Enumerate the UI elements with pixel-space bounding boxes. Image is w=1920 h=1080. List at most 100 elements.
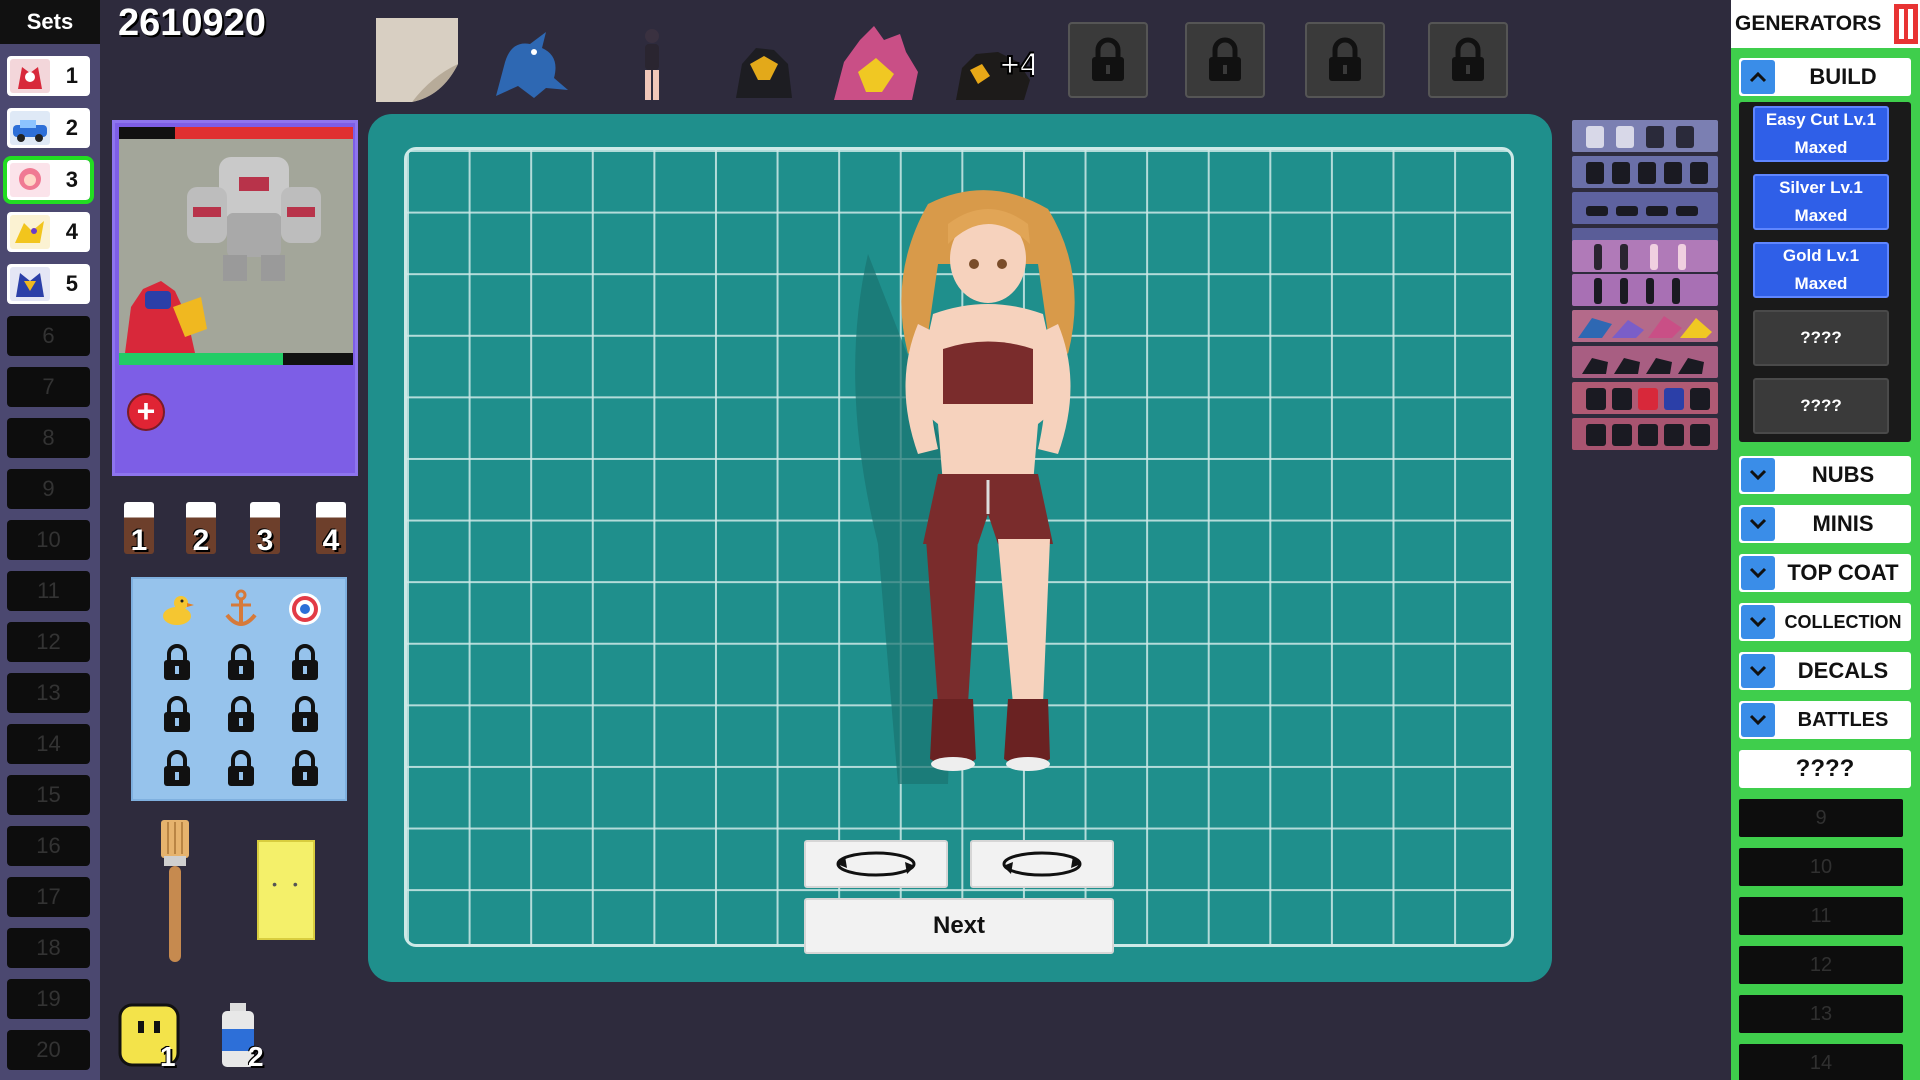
set-slot-label: 4 <box>65 219 78 244</box>
lock-icon <box>1209 37 1241 81</box>
paint-can-2[interactable]: 2 <box>182 498 220 557</box>
upgrade-gold[interactable]: Gold Lv.1 Maxed <box>1753 242 1889 298</box>
lock-icon <box>164 750 190 786</box>
blue-gold-mech-thumbnail <box>10 267 50 301</box>
girl-figure-item[interactable] <box>632 26 672 104</box>
upgrade-locked: ???? <box>1753 310 1889 366</box>
set-slot-9[interactable]: 9 <box>7 469 90 509</box>
set-slot-12[interactable]: 12 <box>7 622 90 662</box>
sets-panel: Sets 1 2 3 4 5 6 7 8 9 10 11 12 13 14 15 <box>0 0 100 1080</box>
collection-row-5[interactable] <box>1572 240 1718 272</box>
blue-dragon-figure-item[interactable] <box>490 26 572 102</box>
locked-item-slot[interactable] <box>1185 22 1265 98</box>
brush-icon[interactable] <box>155 820 195 962</box>
paint-canvas: Next <box>368 114 1552 982</box>
collection-row-3[interactable] <box>1572 192 1718 224</box>
set-slot-14[interactable]: 14 <box>7 724 90 764</box>
paint-can-label: 3 <box>256 524 274 557</box>
mech-silhouettes <box>1586 424 1710 446</box>
collection-row-10[interactable] <box>1572 418 1718 450</box>
inventory-spray-can[interactable]: 2 <box>218 1003 264 1074</box>
locked-item-slot[interactable] <box>1305 22 1385 98</box>
figure-model[interactable] <box>838 184 1138 784</box>
upgrade-easy-cut[interactable]: Easy Cut Lv.1 Maxed <box>1753 106 1889 162</box>
chevron-down-icon <box>1741 703 1775 737</box>
battles-category-header[interactable]: BATTLES <box>1739 701 1911 739</box>
figure-silhouettes <box>1586 206 1698 216</box>
paint-can-3[interactable]: 3 <box>246 498 284 557</box>
top-coat-category-header[interactable]: TOP COAT <box>1739 554 1911 592</box>
set-slot-label: 5 <box>65 271 78 296</box>
decal-duck[interactable] <box>157 587 197 631</box>
pink-girl-thumbnail <box>10 163 50 197</box>
collection-row-7[interactable] <box>1572 310 1718 342</box>
set-slot-8[interactable]: 8 <box>7 418 90 458</box>
set-slot-16[interactable]: 16 <box>7 826 90 866</box>
paint-can-1[interactable]: 1 <box>120 498 158 557</box>
set-slot-13[interactable]: 13 <box>7 673 90 713</box>
category-label: TOP COAT <box>1787 560 1899 585</box>
category-label: MINIS <box>1812 511 1874 536</box>
upgrade-locked: ???? <box>1753 378 1889 434</box>
set-slot-19[interactable]: 19 <box>7 979 90 1019</box>
category-label: BUILD <box>1809 64 1877 89</box>
minis-category-header[interactable]: MINIS <box>1739 505 1911 543</box>
set-slot-5[interactable]: 5 <box>7 264 90 304</box>
locked-item-slot[interactable] <box>1068 22 1148 98</box>
locked-decal <box>157 693 197 737</box>
upgrade-status: Maxed <box>1794 206 1848 225</box>
collection-row-9[interactable] <box>1572 382 1718 414</box>
chevron-up-icon <box>1741 60 1775 94</box>
set-slot-label: 11 <box>37 578 60 603</box>
lock-icon <box>292 750 318 786</box>
set-slot-7[interactable]: 7 <box>7 367 90 407</box>
set-slot-10[interactable]: 10 <box>7 520 90 560</box>
sponge-icon[interactable]: • • <box>257 840 315 940</box>
next-button[interactable]: Next <box>804 898 1114 954</box>
rotate-left-button[interactable] <box>804 840 948 888</box>
set-slot-15[interactable]: 15 <box>7 775 90 815</box>
paint-can-4[interactable]: 4 <box>312 498 350 557</box>
upgrade-status: Maxed <box>1794 274 1848 293</box>
set-slot-1[interactable]: 1 <box>7 56 90 96</box>
lock-icon <box>228 750 254 786</box>
collection-row-6[interactable] <box>1572 274 1718 306</box>
enemy-health-bar <box>119 127 353 139</box>
pause-button[interactable] <box>1894 4 1918 44</box>
black-gold-beast-item[interactable]: +4 <box>952 34 1034 104</box>
black-gold-mech-item[interactable] <box>730 34 798 102</box>
decals-category-header[interactable]: DECALS <box>1739 652 1911 690</box>
collection-category-header[interactable]: COLLECTION <box>1739 603 1911 641</box>
add-fighter-button[interactable]: + <box>127 393 165 431</box>
paper-sheet-item[interactable] <box>372 16 462 104</box>
inventory-sponge[interactable]: 1 <box>118 1003 180 1072</box>
category-label: BATTLES <box>1797 708 1889 731</box>
enemy-robot <box>187 157 321 281</box>
set-slot-20[interactable]: 20 <box>7 1030 90 1070</box>
build-category-header[interactable]: BUILD <box>1739 58 1911 96</box>
set-slot-17[interactable]: 17 <box>7 877 90 917</box>
set-slot-11[interactable]: 11 <box>7 571 90 611</box>
set-slot-label: 12 <box>36 629 61 654</box>
nubs-category-header[interactable]: NUBS <box>1739 456 1911 494</box>
set-slot-label: 14 <box>36 731 61 756</box>
collection-row-1[interactable] <box>1572 120 1718 152</box>
decal-anchor[interactable] <box>221 587 261 631</box>
pink-gold-dragon-item[interactable] <box>830 22 922 106</box>
locked-item-slot[interactable] <box>1428 22 1508 98</box>
set-slot-label: 2 <box>65 115 78 140</box>
beast-silhouettes <box>1582 358 1704 374</box>
set-slot-3[interactable]: 3 <box>3 156 94 204</box>
rotate-right-button[interactable] <box>970 840 1114 888</box>
set-slot-6[interactable]: 6 <box>7 316 90 356</box>
set-slot-2[interactable]: 2 <box>7 108 90 148</box>
decal-target[interactable] <box>285 587 325 631</box>
upgrade-silver[interactable]: Silver Lv.1 Maxed <box>1753 174 1889 230</box>
collection-row-2[interactable] <box>1572 156 1718 188</box>
empty-generator-slot: 14 <box>1739 1044 1903 1080</box>
lock-icon <box>292 644 318 680</box>
collection-row-8[interactable] <box>1572 346 1718 378</box>
lock-icon <box>228 644 254 680</box>
set-slot-18[interactable]: 18 <box>7 928 90 968</box>
set-slot-4[interactable]: 4 <box>7 212 90 252</box>
